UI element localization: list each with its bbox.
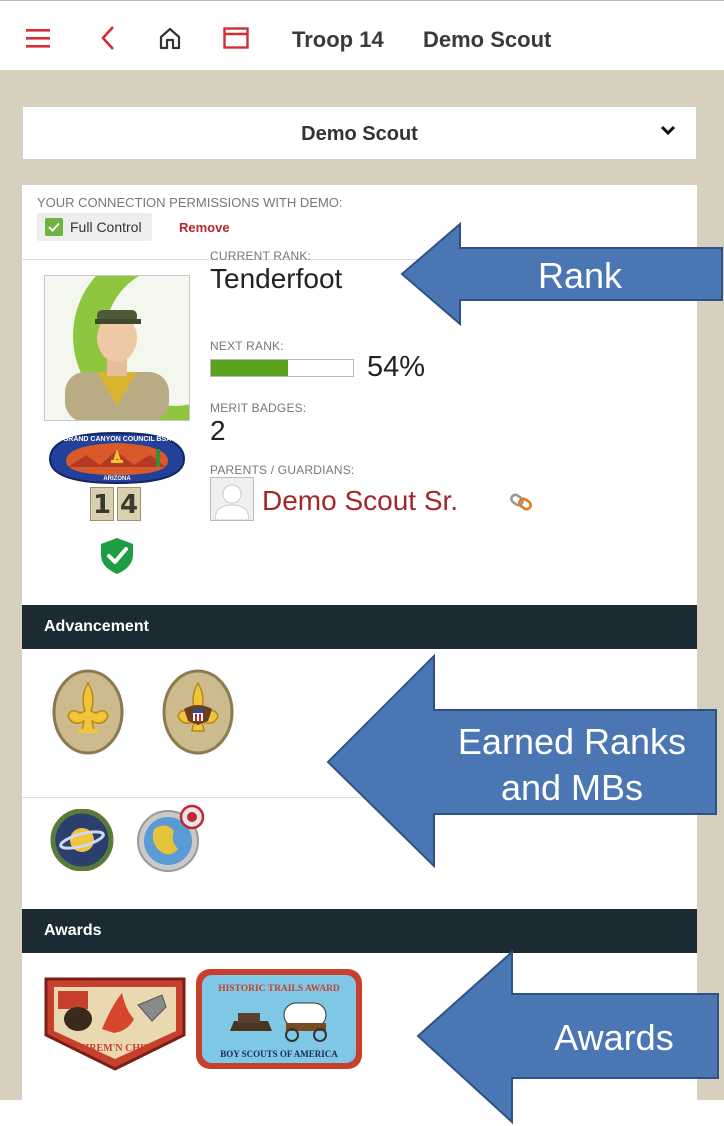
top-toolbar: Troop 14 Demo Scout xyxy=(0,0,724,71)
chevron-down-icon xyxy=(660,123,676,142)
permission-badge: Full Control xyxy=(37,213,152,241)
chevron-left-icon[interactable] xyxy=(98,21,118,55)
scout-photo xyxy=(44,275,190,421)
rank-callout-label: Rank xyxy=(538,255,623,296)
parent-avatar xyxy=(210,477,254,521)
world-merit-badge-icon[interactable] xyxy=(130,803,210,878)
browser-window-icon[interactable] xyxy=(222,21,250,55)
advancement-section-header: Advancement xyxy=(22,605,697,649)
next-rank-label: NEXT RANK: xyxy=(210,339,284,353)
troop-digit: 4 xyxy=(117,487,141,521)
astronomy-merit-badge-icon[interactable] xyxy=(46,808,118,876)
council-patch-top-text: GRAND CANYON COUNCIL BSA xyxy=(63,436,171,443)
awards-title: Awards xyxy=(44,922,102,939)
earned-ranks-callout-line2: and MBs xyxy=(501,767,643,808)
current-rank-label: CURRENT RANK: xyxy=(210,249,312,263)
awards-callout-label: Awards xyxy=(554,1017,673,1058)
home-icon[interactable] xyxy=(157,21,183,55)
next-rank-progress-bar xyxy=(210,359,354,377)
earned-ranks-callout-arrow: Earned Ranks and MBs xyxy=(326,654,717,868)
troop-title[interactable]: Troop 14 xyxy=(292,27,384,53)
scout-title[interactable]: Demo Scout xyxy=(423,27,551,53)
scout-selector[interactable]: Demo Scout xyxy=(22,106,697,160)
troop-numerals: 1 4 xyxy=(90,487,141,521)
council-shoulder-patch: GRAND CANYON COUNCIL BSA ARIZONA xyxy=(44,429,190,492)
rank-callout-arrow: Rank xyxy=(400,222,723,326)
connection-link-icon[interactable] xyxy=(509,490,535,519)
permission-level: Full Control xyxy=(70,219,142,235)
scout-rank-badge-icon[interactable] xyxy=(52,669,124,760)
tenderfoot-rank-badge-icon[interactable] xyxy=(162,669,234,760)
parent-name-link[interactable]: Demo Scout Sr. xyxy=(262,485,458,517)
merit-badges-count: 2 xyxy=(210,415,226,446)
advancement-title: Advancement xyxy=(44,618,149,635)
checkmark-icon xyxy=(45,218,63,236)
historic-trails-title: HISTORIC TRAILS AWARD xyxy=(218,984,340,994)
current-rank: Tenderfoot xyxy=(210,263,343,294)
troop-digit: 1 xyxy=(90,487,114,521)
awards-callout-arrow: Awards xyxy=(416,950,719,1125)
next-rank-percent: 54% xyxy=(367,351,426,383)
scout-selector-value: Demo Scout xyxy=(301,123,418,145)
next-rank-progress-fill xyxy=(211,360,288,376)
verified-shield-icon xyxy=(100,537,134,580)
awards-section-header: Awards xyxy=(22,909,697,953)
parents-label: PARENTS / GUARDIANS: xyxy=(210,463,355,477)
merit-badges-label: MERIT BADGES: xyxy=(210,401,307,415)
remove-permission-link[interactable]: Remove xyxy=(179,220,230,235)
historic-trails-award-patch[interactable]: HISTORIC TRAILS AWARD BOY SCOUTS OF AMER… xyxy=(194,967,364,1076)
permissions-title: YOUR CONNECTION PERMISSIONS WITH DEMO: xyxy=(37,195,343,210)
firemn-chit-text: FIREM'N CHIT xyxy=(79,1043,151,1054)
council-patch-bottom-text: ARIZONA xyxy=(103,476,131,482)
firemn-chit-patch[interactable]: FIREM'N CHIT xyxy=(42,975,188,1076)
hamburger-menu-icon[interactable] xyxy=(26,21,50,55)
historic-trails-bottom-text: BOY SCOUTS OF AMERICA xyxy=(220,1049,338,1059)
earned-ranks-callout-line1: Earned Ranks xyxy=(458,721,686,762)
